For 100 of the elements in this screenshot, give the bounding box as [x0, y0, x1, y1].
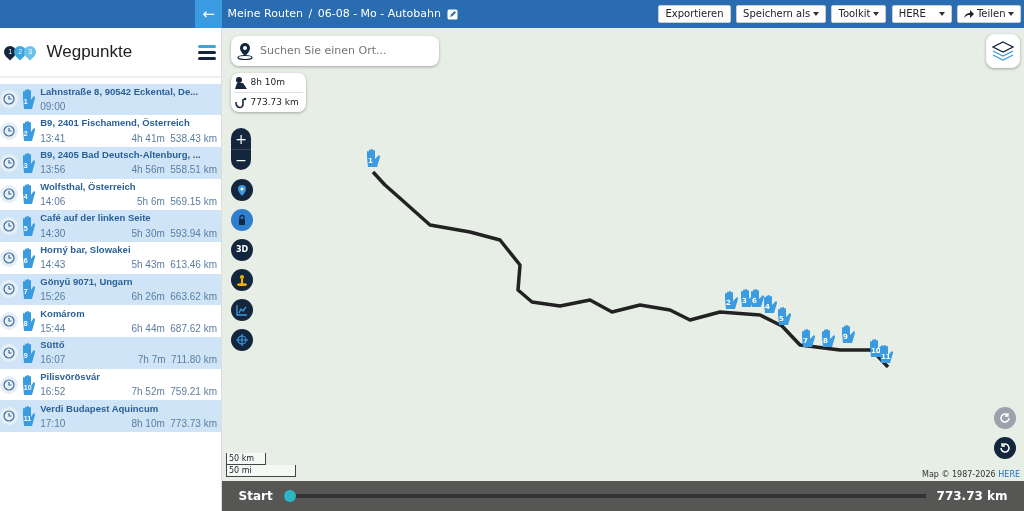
waypoint-time: 13:41: [40, 131, 66, 146]
map-tool-button[interactable]: [231, 269, 253, 291]
route-distance: 773.73 km: [250, 95, 299, 109]
waypoint-name: Horný bar, Slowakei: [40, 243, 132, 258]
zoom-control[interactable]: + −: [231, 128, 251, 170]
waypoint-name: Pilisvörösvár: [40, 369, 101, 384]
copyright-link[interactable]: HERE: [998, 469, 1020, 481]
waypoint-time: 09:00: [40, 99, 66, 114]
toolbar-button[interactable]: HERE: [891, 5, 952, 23]
waypoint-time: 16:52: [40, 385, 66, 400]
waypoint-name: Lahnstraße 8, 90542 Eckental, De...: [40, 84, 200, 99]
waypoint-name: Verdi Budapest Aquincum: [40, 401, 160, 416]
edit-icon[interactable]: [446, 8, 458, 20]
map-tool-button[interactable]: [231, 209, 253, 231]
waypoint-distance: 538.43 km: [170, 131, 217, 146]
chart-icon: [236, 304, 248, 316]
back-button[interactable]: ←: [195, 0, 222, 28]
zoom-out-button[interactable]: −: [231, 149, 251, 170]
clock-icon[interactable]: [0, 185, 18, 204]
waypoint-duration: 4h 41m: [131, 131, 165, 146]
toolbar-button[interactable]: Exportieren: [658, 5, 731, 23]
copyright-text: Map © 1987-2026: [922, 469, 996, 481]
route-duration: 8h 10m: [250, 75, 285, 89]
map-tool-button[interactable]: [231, 329, 253, 351]
waypoint-distance: 613.46 km: [170, 258, 217, 273]
waypoint-time: 14:06: [40, 195, 66, 210]
refresh-button[interactable]: [994, 407, 1016, 429]
layers-button[interactable]: [986, 34, 1020, 68]
toolbar-button[interactable]: Toolkit: [831, 5, 887, 23]
waypoint-distance: 687.62 km: [170, 321, 217, 336]
waypoint-name: Wolfsthal, Österreich: [40, 179, 137, 194]
waypoint-name: B9, 2405 Bad Deutsch-Altenburg, ...: [40, 148, 202, 163]
waypoint-name: Süttő: [40, 338, 66, 353]
map-tool-button[interactable]: [231, 179, 253, 201]
layers-icon: [992, 41, 1014, 61]
waypoint-duration: 5h 30m: [131, 226, 165, 241]
pin-icon: [236, 184, 248, 196]
waypoint-duration: 6h 44m: [131, 321, 165, 336]
waypoint-distance: 773.73 km: [170, 416, 217, 431]
lock-icon: [236, 214, 248, 226]
driver-icon: [233, 76, 248, 89]
waypoint-duration: 6h 26m: [131, 290, 165, 305]
clock-icon[interactable]: [0, 153, 18, 172]
waypoint-name: Café auf der linken Seite: [40, 211, 152, 226]
caret-icon: [938, 12, 945, 16]
toolbar-button[interactable]: Speichern als: [736, 5, 826, 23]
scale-bar: 50 mi: [226, 465, 296, 477]
zoom-in-button[interactable]: +: [231, 128, 251, 149]
clock-icon[interactable]: [0, 280, 18, 299]
clock-icon[interactable]: [0, 375, 18, 394]
waypoint-distance: 593.94 km: [170, 226, 217, 241]
waypoint-time: 17:10: [40, 416, 66, 431]
clock-icon[interactable]: [0, 90, 18, 109]
waypoint-time: 13:56: [40, 163, 66, 178]
waypoint-distance: 558.51 km: [170, 163, 217, 178]
undo-button[interactable]: [994, 437, 1016, 459]
start-label: Start: [238, 488, 273, 505]
waypoint-name: Gönyű 9071, Ungarn: [40, 274, 134, 289]
caret-icon: [812, 12, 819, 16]
search-input[interactable]: Suchen Sie einen Ort...: [258, 41, 418, 61]
waypoint-time: 16:07: [40, 353, 66, 368]
refresh-icon: [999, 412, 1011, 424]
toolbar-button[interactable]: Teilen: [957, 5, 1022, 23]
slider-thumb[interactable]: [283, 490, 296, 502]
clock-icon[interactable]: [0, 217, 18, 236]
crosshair-icon: [236, 334, 248, 346]
waypoint-distance: 711.80 km: [171, 353, 217, 368]
waypoint-time: 15:44: [40, 321, 66, 336]
scale-bar: 50 km: [226, 453, 266, 465]
waypoint-time: 14:30: [40, 226, 66, 241]
waypoint-name: Komárom: [40, 306, 86, 321]
clock-icon[interactable]: [0, 122, 18, 141]
waypoint-time: 15:26: [40, 290, 66, 305]
clock-icon[interactable]: [0, 407, 18, 426]
map-tool-button[interactable]: [231, 299, 253, 321]
waypoint-name: B9, 2401 Fischamend, Österreich: [40, 116, 191, 131]
breadcrumb-link[interactable]: Meine Routen: [227, 5, 303, 23]
sidebar-title: Wegpunkte: [46, 41, 133, 64]
waypoint-duration: 4h 56m: [131, 163, 165, 178]
search-field[interactable]: Suchen Sie einen Ort...: [231, 36, 439, 66]
caret-icon: [1008, 12, 1015, 16]
location-pin-icon: [236, 42, 253, 60]
menu-icon[interactable]: [197, 44, 216, 60]
clock-icon[interactable]: [0, 312, 18, 331]
route-icon: [233, 96, 248, 109]
waypoint-duration: 5h 43m: [131, 258, 165, 273]
3d-button[interactable]: 3D: [231, 239, 253, 261]
total-distance: 773.73 km: [936, 488, 1008, 505]
breadcrumb-separator: /: [308, 5, 313, 22]
waypoint-duration: 7h 7m: [137, 353, 166, 368]
clock-icon[interactable]: [0, 248, 18, 267]
share-icon: [964, 10, 975, 18]
clock-icon[interactable]: [0, 343, 18, 362]
waypoint-duration: 8h 10m: [131, 416, 165, 431]
waypoint-time: 14:43: [40, 258, 66, 273]
caret-icon: [873, 12, 880, 16]
waypoint-distance: 759.21 km: [170, 385, 217, 400]
undo-icon: [999, 442, 1011, 454]
waypoint-duration: 7h 52m: [131, 385, 165, 400]
route-title: 06-08 - Mo - Autobahn: [317, 5, 441, 22]
